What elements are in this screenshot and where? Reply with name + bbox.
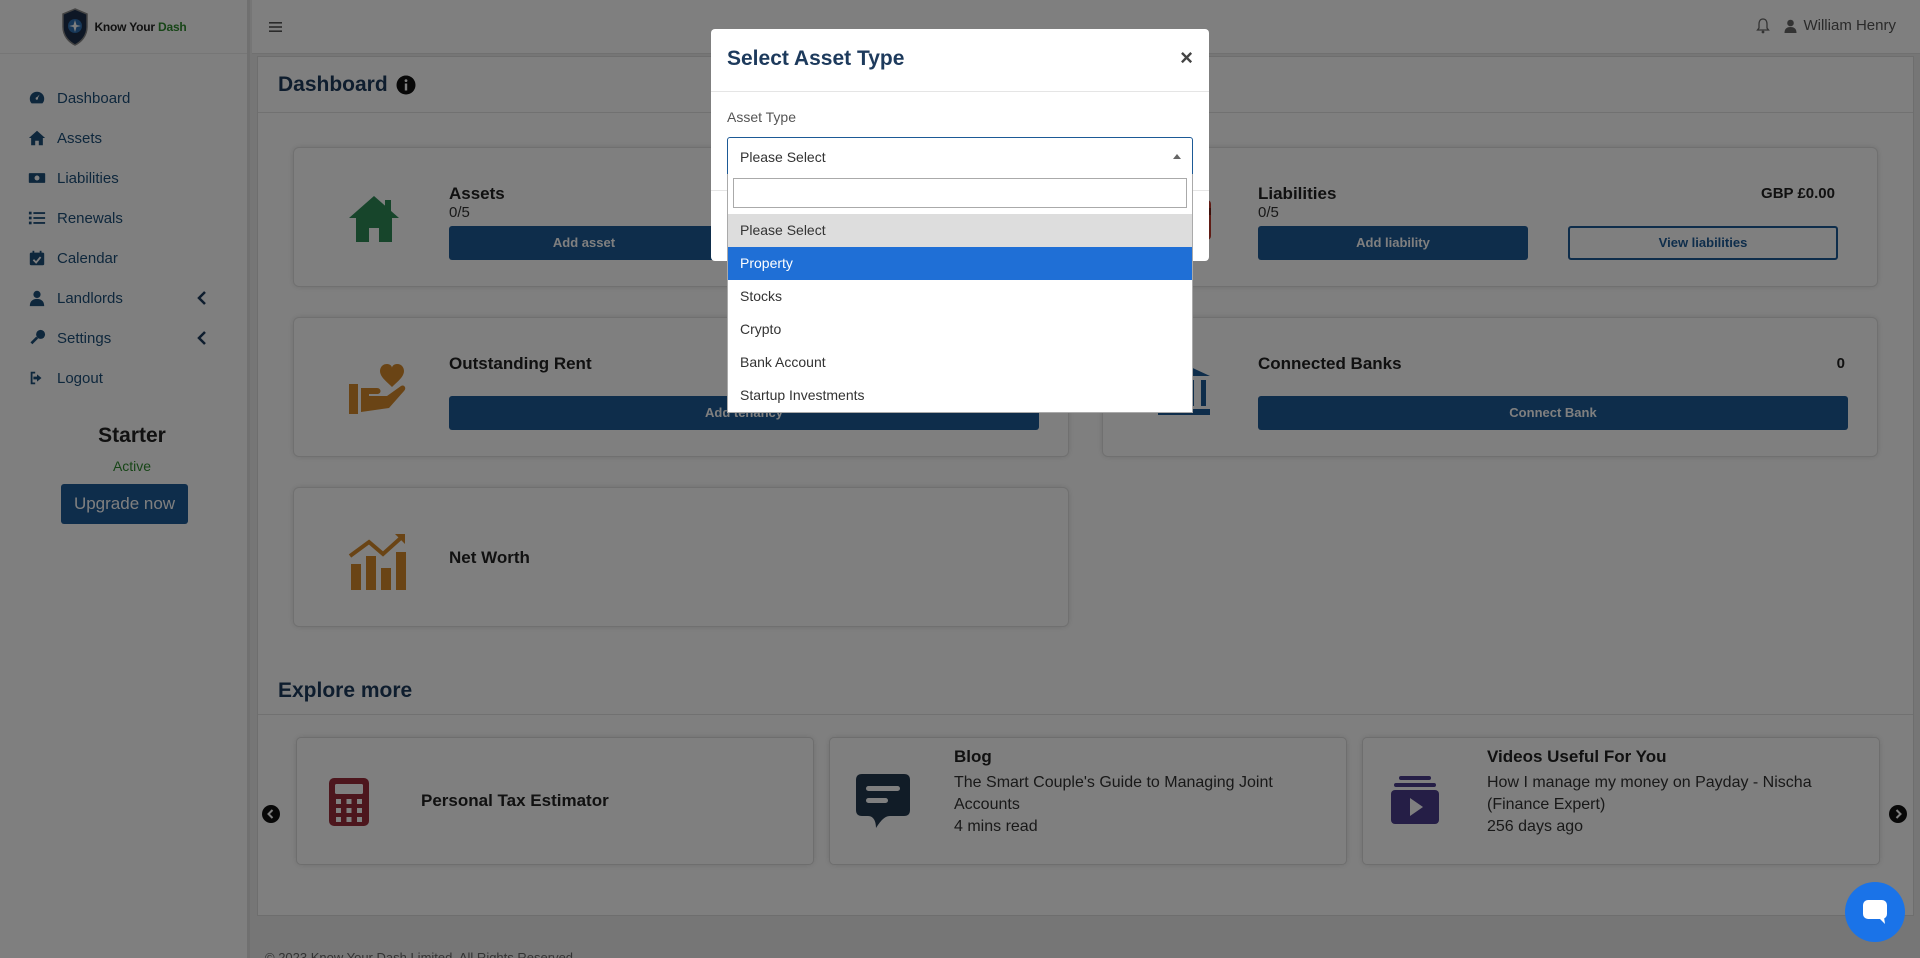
asset-type-select[interactable]: Please Select [727, 137, 1193, 175]
dropdown-option[interactable]: Property [728, 247, 1192, 280]
dropdown-option[interactable]: Bank Account [728, 346, 1192, 379]
modal-title: Select Asset Type [727, 47, 905, 70]
dropdown-options: Please Select Property Stocks Crypto Ban… [728, 214, 1192, 412]
dropdown-option[interactable]: Crypto [728, 313, 1192, 346]
close-icon[interactable]: × [1180, 45, 1193, 71]
caret-up-icon [1173, 154, 1181, 159]
asset-type-dropdown: Please Select Property Stocks Crypto Ban… [727, 174, 1193, 413]
chat-icon [1863, 900, 1887, 924]
select-current-value: Please Select [740, 149, 826, 165]
dropdown-option[interactable]: Please Select [728, 214, 1192, 247]
dropdown-option[interactable]: Stocks [728, 280, 1192, 313]
dropdown-option[interactable]: Startup Investments [728, 379, 1192, 412]
asset-type-label: Asset Type [727, 109, 797, 125]
chat-widget-button[interactable] [1845, 882, 1905, 942]
dropdown-search-input[interactable] [733, 178, 1187, 208]
modal-header: Select Asset Type × [711, 29, 1209, 92]
